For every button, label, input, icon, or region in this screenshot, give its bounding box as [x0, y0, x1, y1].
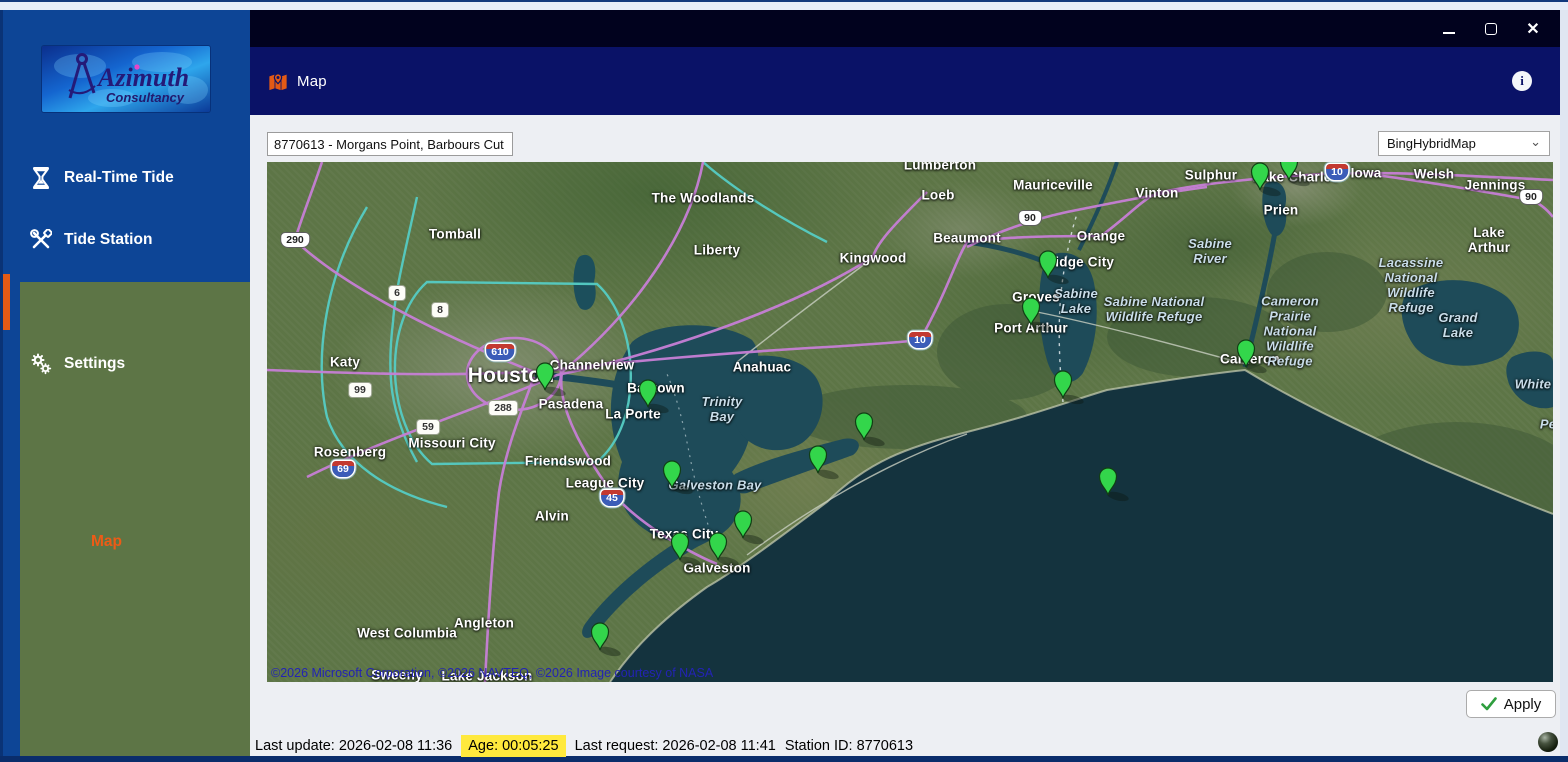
info-icon[interactable]: i: [1512, 71, 1532, 91]
status-segment: Age: 00:05:25: [461, 735, 566, 757]
status-bar: Last update: 2026-02-08 11:36 Age: 00:05:…: [255, 735, 913, 757]
map-type-value: BingHybridMap: [1387, 136, 1476, 151]
minimize-icon: [1443, 31, 1455, 34]
connection-status-orb: [1538, 732, 1558, 752]
map-type-select[interactable]: BingHybridMap ⌄: [1378, 131, 1550, 156]
main-content: BingHybridMap ⌄: [250, 115, 1560, 757]
sidebar-item-tide-station[interactable]: Tide Station: [3, 220, 250, 260]
sidebar-item-label: Settings: [64, 355, 126, 372]
sidebar: Azimuth Consultancy Real-Time Tide Tide …: [3, 10, 250, 756]
logo-sub-text: Consultancy: [106, 90, 185, 105]
map-artwork: [267, 162, 1553, 682]
status-segment: Station ID: 8770613: [784, 738, 914, 754]
sidebar-item-label: Real-Time Tide: [64, 169, 174, 186]
chevron-down-icon: ⌄: [1530, 134, 1541, 149]
map-canvas[interactable]: The Woodlands Tomball Kingwood Liberty Katy H…: [267, 162, 1553, 682]
sidebar-item-label: Map: [91, 533, 122, 550]
status-segment: Last request: 2026-02-08 11:41: [574, 738, 776, 754]
maximize-icon: [1485, 22, 1497, 35]
minimize-button[interactable]: [1436, 17, 1462, 41]
gears-icon: [30, 353, 52, 375]
window-border-right: [1560, 10, 1568, 756]
hourglass-icon: [30, 167, 52, 189]
apply-button-label: Apply: [1503, 695, 1542, 713]
page-header: Map i: [250, 47, 1560, 115]
maximize-button[interactable]: [1478, 17, 1504, 41]
window-border-top-strip: [0, 2, 1568, 10]
apply-button[interactable]: Apply: [1466, 690, 1556, 718]
close-icon: ✕: [1526, 20, 1540, 38]
page-title: Map: [297, 72, 327, 90]
close-button[interactable]: ✕: [1520, 17, 1546, 41]
app-window: Azimuth Consultancy Real-Time Tide Tide …: [0, 0, 1568, 762]
station-input[interactable]: [267, 132, 513, 156]
tools-icon: [30, 229, 52, 251]
map-icon: [268, 72, 288, 91]
logo-brand-text: Azimuth: [96, 63, 189, 92]
azimuth-logo: Azimuth Consultancy: [42, 46, 210, 112]
sidebar-item-real-time-tide[interactable]: Real-Time Tide: [3, 158, 250, 198]
active-item-indicator: [3, 274, 10, 330]
status-segment: Last update: 2026-02-08 11:36: [255, 738, 453, 754]
sidebar-item-label: Tide Station: [64, 231, 153, 248]
check-icon: [1480, 697, 1497, 711]
sidebar-item-settings[interactable]: Settings: [3, 344, 250, 384]
titlebar[interactable]: ✕: [250, 10, 1560, 47]
